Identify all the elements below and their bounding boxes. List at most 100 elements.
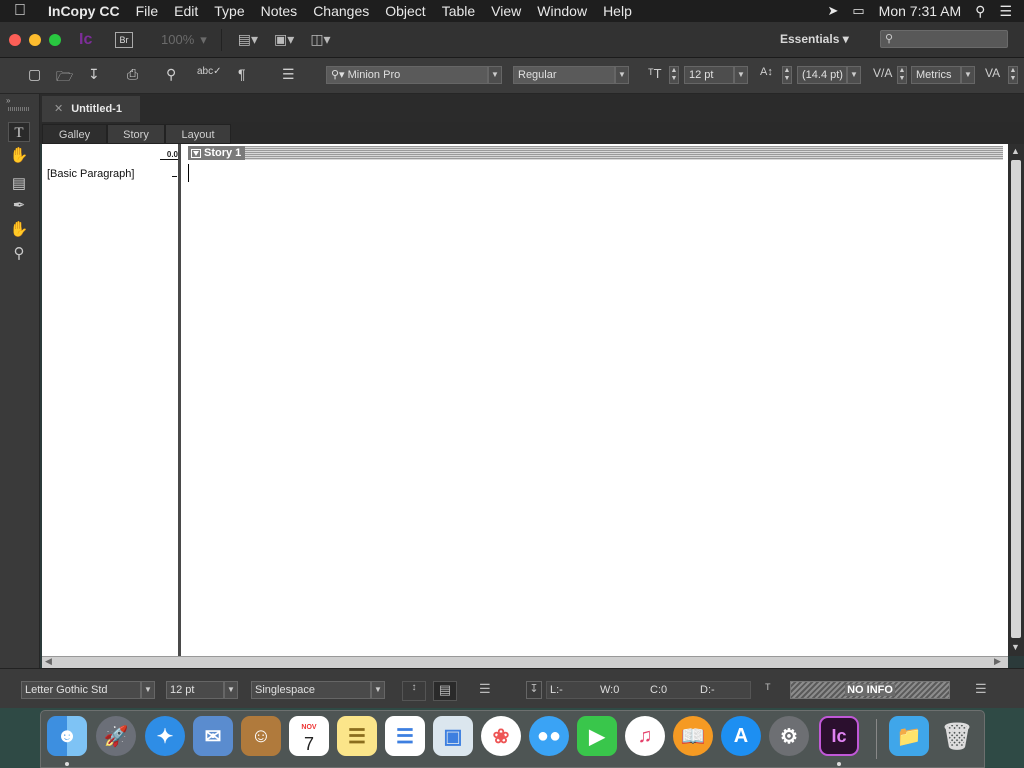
panel-menu-icon[interactable]: ☰ bbox=[282, 66, 295, 83]
menubar-clock[interactable]: Mon 7:31 AM bbox=[879, 3, 962, 19]
text-frame-icon[interactable]: ᵀ bbox=[765, 681, 771, 696]
open-folder-icon[interactable]: 🗁 bbox=[56, 66, 73, 90]
collapse-panel-icon[interactable]: » bbox=[6, 96, 10, 105]
galley-text-area[interactable] bbox=[181, 144, 1008, 656]
preview-icon[interactable]: ▣ bbox=[433, 716, 473, 756]
document-tab[interactable]: ✕ Untitled-1 bbox=[42, 96, 140, 122]
photos-icon[interactable]: ❀ bbox=[481, 716, 521, 756]
collapse-story-icon[interactable] bbox=[191, 148, 201, 158]
copyfit-info-icon[interactable]: ↧ bbox=[526, 681, 542, 699]
horizontal-scrollbar[interactable]: ◀ ▶ bbox=[42, 656, 1008, 668]
menu-help[interactable]: Help bbox=[595, 3, 640, 19]
calendar-icon[interactable]: NOV 7 bbox=[289, 716, 329, 756]
messages-icon[interactable]: ●● bbox=[529, 716, 569, 756]
hand-tool-icon[interactable]: ✋ bbox=[8, 220, 30, 240]
font-size-stepper[interactable]: ▲ ▼ bbox=[669, 66, 679, 84]
font-size-field[interactable]: 12 pt bbox=[684, 66, 734, 84]
copyfit-menu-icon[interactable]: ☰ bbox=[975, 681, 987, 697]
vertical-scrollbar[interactable]: ▲ ▼ bbox=[1008, 144, 1024, 656]
safari-icon[interactable]: ✦ bbox=[145, 716, 185, 756]
menu-object[interactable]: Object bbox=[377, 3, 433, 19]
leading-field[interactable]: (14.4 pt) bbox=[797, 66, 847, 84]
help-search-input[interactable]: ⚲ bbox=[880, 30, 1008, 48]
zoom-level-dropdown[interactable]: 100% bbox=[161, 32, 194, 47]
notes-icon[interactable]: ☰ bbox=[337, 716, 377, 756]
note-tool-icon[interactable]: ▤ bbox=[8, 174, 30, 194]
app-store-icon[interactable]: A bbox=[721, 716, 761, 756]
launchpad-icon[interactable]: 🚀 bbox=[96, 716, 136, 756]
scroll-up-arrow-icon[interactable]: ▲ bbox=[1011, 146, 1020, 156]
line-numbers-toggle-icon[interactable]: ↕ bbox=[402, 681, 426, 701]
menu-view[interactable]: View bbox=[483, 3, 529, 19]
reminders-icon[interactable]: ☰ bbox=[385, 716, 425, 756]
print-icon[interactable]: ⎙ bbox=[127, 66, 138, 83]
workspace-switcher[interactable]: Essentials ▾ bbox=[780, 32, 849, 46]
menu-app-name[interactable]: InCopy CC bbox=[40, 3, 128, 19]
scroll-down-arrow-icon[interactable]: ▼ bbox=[1011, 642, 1020, 652]
font-style-chevron-down-icon[interactable]: ▼ bbox=[615, 66, 629, 84]
kerning-stepper[interactable]: ▲ ▼ bbox=[897, 66, 907, 84]
menu-type[interactable]: Type bbox=[206, 3, 252, 19]
menu-table[interactable]: Table bbox=[434, 3, 483, 19]
menu-edit[interactable]: Edit bbox=[166, 3, 206, 19]
line-spacing-field[interactable]: Singlespace bbox=[251, 681, 371, 699]
find-icon[interactable]: ⚲ bbox=[166, 66, 176, 83]
galley-font-chevron-down-icon[interactable]: ▼ bbox=[141, 681, 155, 699]
bridge-button[interactable]: Br bbox=[115, 31, 133, 48]
mail-icon[interactable]: ✉ bbox=[193, 716, 233, 756]
apple-icon[interactable]:  bbox=[0, 2, 40, 20]
galley-size-field[interactable]: 12 pt bbox=[166, 681, 224, 699]
close-window-button[interactable] bbox=[9, 33, 21, 46]
view-options-icon[interactable]: ▤▾ bbox=[238, 31, 258, 48]
downloads-folder-icon[interactable]: 📁 bbox=[889, 716, 929, 756]
menu-window[interactable]: Window bbox=[529, 3, 595, 19]
location-icon[interactable]: ➤ bbox=[827, 3, 838, 19]
zoom-tool-icon[interactable]: ⚲ bbox=[8, 244, 30, 264]
spellcheck-icon[interactable]: abc✓ bbox=[197, 66, 222, 77]
font-family-chevron-down-icon[interactable]: ▼ bbox=[488, 66, 502, 84]
spotlight-search-icon[interactable]: ⚲ bbox=[975, 3, 985, 20]
menu-notes[interactable]: Notes bbox=[253, 3, 306, 19]
tracking-stepper[interactable]: ▲ ▼ bbox=[1008, 66, 1018, 84]
itunes-icon[interactable]: ♫ bbox=[625, 716, 665, 756]
vertical-scroll-thumb[interactable] bbox=[1011, 160, 1021, 638]
tab-layout[interactable]: Layout bbox=[165, 124, 231, 144]
contacts-icon[interactable]: ☺ bbox=[241, 716, 281, 756]
paragraph-styles-toggle-icon[interactable]: ▤ bbox=[433, 681, 457, 701]
line-spacing-chevron-down-icon[interactable]: ▼ bbox=[371, 681, 385, 699]
story-header[interactable]: Story 1 bbox=[188, 146, 246, 160]
font-family-field[interactable]: ⚲▾ Minion Pro bbox=[326, 66, 488, 84]
galley-size-chevron-down-icon[interactable]: ▼ bbox=[224, 681, 238, 699]
galley-font-field[interactable]: Letter Gothic Std bbox=[21, 681, 141, 699]
scroll-right-arrow-icon[interactable]: ▶ bbox=[994, 656, 1001, 667]
airplay-display-icon[interactable]: ▭ bbox=[852, 3, 864, 19]
close-tab-icon[interactable]: ✕ bbox=[54, 103, 63, 115]
minimize-window-button[interactable] bbox=[29, 33, 41, 46]
incopy-icon[interactable]: Ic bbox=[819, 716, 859, 756]
finder-icon[interactable]: ☻ bbox=[47, 716, 87, 756]
ibooks-icon[interactable]: 📖 bbox=[673, 716, 713, 756]
screen-mode-icon[interactable]: ▣▾ bbox=[274, 31, 294, 48]
position-tool-icon[interactable]: ✋ bbox=[8, 146, 30, 166]
kerning-chevron-down-icon[interactable]: ▼ bbox=[961, 66, 975, 84]
leading-chevron-down-icon[interactable]: ▼ bbox=[847, 66, 861, 84]
kerning-field[interactable]: Metrics bbox=[911, 66, 961, 84]
eyedropper-tool-icon[interactable]: ✒ bbox=[8, 196, 30, 216]
font-style-field[interactable]: Regular bbox=[513, 66, 615, 84]
trash-icon[interactable]: 🗑 bbox=[937, 716, 977, 756]
font-size-chevron-down-icon[interactable]: ▼ bbox=[734, 66, 748, 84]
type-tool-icon[interactable]: T bbox=[8, 122, 30, 142]
show-hidden-characters-icon[interactable]: ¶ bbox=[238, 66, 246, 82]
zoom-chevron-down-icon[interactable]: ▾ bbox=[200, 32, 207, 48]
new-document-icon[interactable]: ▢ bbox=[28, 66, 41, 83]
arrange-documents-icon[interactable]: ◫▾ bbox=[310, 31, 330, 48]
scroll-left-arrow-icon[interactable]: ◀ bbox=[45, 656, 52, 667]
menu-file[interactable]: File bbox=[128, 3, 167, 19]
tab-story[interactable]: Story bbox=[107, 124, 165, 144]
notification-center-icon[interactable]: ☰ bbox=[999, 3, 1012, 20]
save-icon[interactable]: ↧ bbox=[88, 66, 100, 83]
menu-changes[interactable]: Changes bbox=[305, 3, 377, 19]
leading-stepper[interactable]: ▲ ▼ bbox=[782, 66, 792, 84]
zoom-window-button[interactable] bbox=[49, 33, 61, 46]
panel-grip[interactable] bbox=[8, 107, 30, 111]
